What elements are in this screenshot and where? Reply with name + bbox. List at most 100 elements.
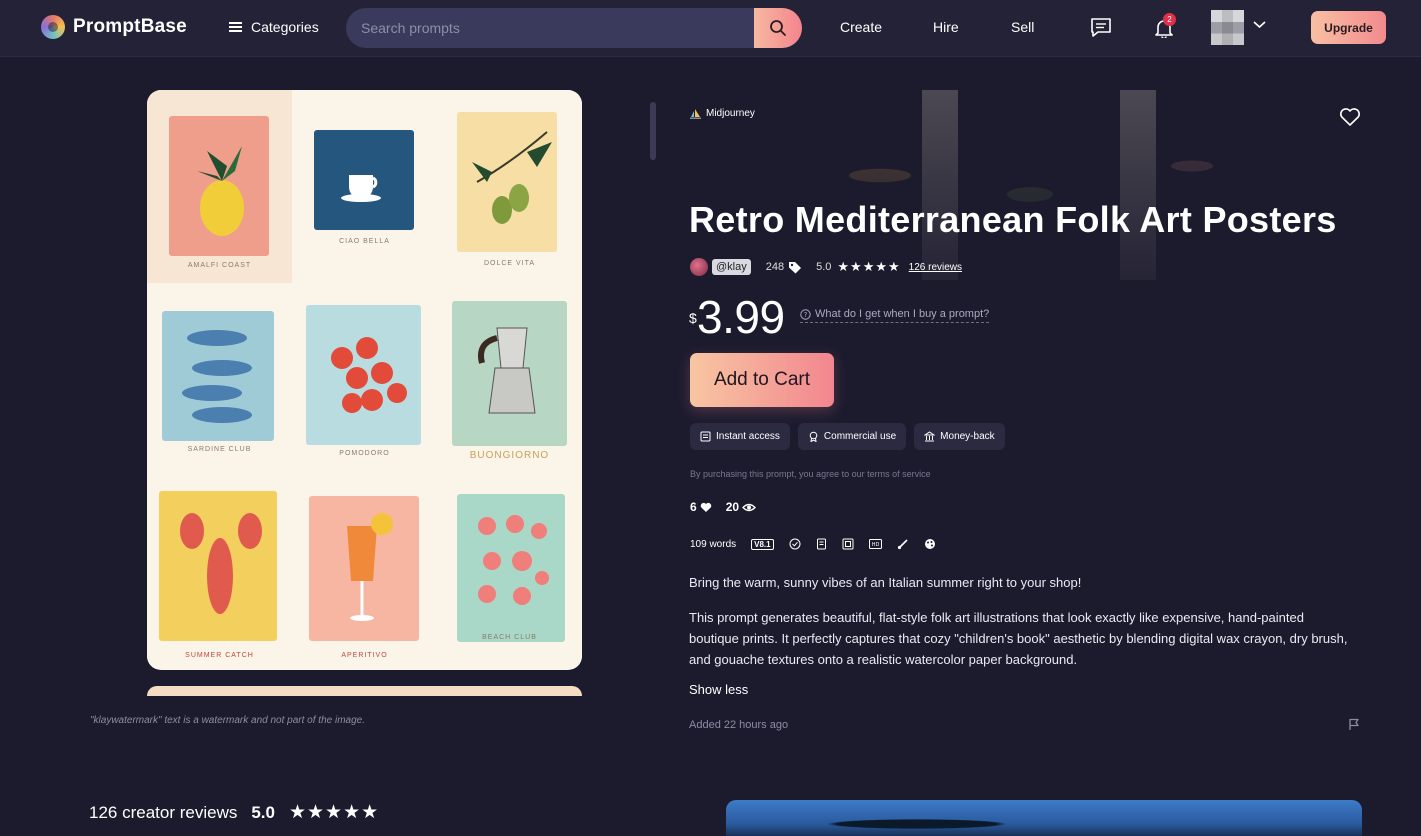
description-paragraph: This prompt generates beautiful, flat-st…	[689, 610, 1348, 667]
badge-icon	[809, 431, 818, 442]
user-avatar[interactable]	[1211, 10, 1244, 45]
coffee-cup-illustration	[341, 175, 381, 202]
poster-caption: POMODORO	[339, 450, 390, 457]
poster-tile: BUONGIORNO	[437, 283, 582, 476]
bank-icon	[924, 431, 936, 442]
commercial-use-chip: Commercial use	[797, 423, 907, 450]
creator-count: 248	[765, 261, 785, 273]
brand-name: PromptBase	[73, 16, 187, 37]
seashells-illustration	[478, 515, 549, 605]
creator-handle[interactable]: @klay	[712, 259, 751, 275]
add-to-cart-button[interactable]: Add to Cart	[690, 353, 834, 407]
poster-caption: BEACH CLUB	[482, 634, 537, 641]
logo-icon	[41, 15, 65, 39]
poster-tile: DOLCE VITA	[437, 90, 582, 283]
engagement-counts: 6 20	[690, 500, 757, 514]
poster-caption: APERITIVO	[341, 652, 388, 659]
likes-value: 6	[690, 500, 697, 514]
notification-badge: 2	[1163, 13, 1176, 26]
top-navbar: PromptBase Categories Create Hire Sell 2…	[0, 0, 1421, 57]
terms-notice: By purchasing this prompt, you agree to …	[690, 469, 931, 479]
reviews-count-label: 126 creator reviews	[89, 802, 238, 822]
reviews-stars: ★★★★★	[288, 802, 380, 823]
prompt-preview-image[interactable]: AMALFI COAST CIAO BELLA DOLCE VITA SARDI…	[147, 90, 582, 670]
second-preview-image[interactable]	[147, 686, 582, 696]
views-count: 20	[726, 500, 757, 514]
document-icon	[700, 431, 711, 442]
chevron-down-icon[interactable]	[1253, 20, 1266, 29]
chip-label: Money-back	[940, 431, 995, 442]
search-button[interactable]	[754, 8, 802, 48]
poster-caption: DOLCE VITA	[483, 260, 536, 267]
prompt-description: Bring the warm, sunny vibes of an Italia…	[689, 572, 1349, 684]
svg-text:HD: HD	[871, 542, 879, 548]
reviews-link[interactable]: 126 reviews	[909, 262, 962, 273]
favorite-heart-icon[interactable]	[1339, 107, 1361, 127]
poster-tile: CIAO BELLA	[292, 90, 437, 283]
verified-check-icon	[789, 538, 801, 550]
upgrade-button[interactable]: Upgrade	[1311, 11, 1386, 44]
sardines-illustration	[182, 330, 252, 423]
search-input[interactable]	[346, 8, 754, 48]
moka-pot-illustration	[478, 327, 536, 414]
poster-caption: AMALFI COAST	[187, 262, 252, 269]
nav-create-link[interactable]: Create	[840, 19, 882, 35]
show-less-link[interactable]: Show less	[689, 682, 748, 697]
related-prompt-image[interactable]	[726, 800, 1362, 836]
search-bar	[346, 8, 802, 48]
lobster-illustration	[180, 513, 262, 614]
price-currency: $	[689, 310, 697, 326]
creator-reviews-summary: 126 creator reviews 5.0 ★★★★★	[89, 801, 379, 824]
title-background-art	[760, 90, 1360, 280]
what-do-i-get-label: What do I get when I buy a prompt?	[815, 308, 990, 320]
menu-icon	[229, 22, 242, 32]
rating-value: 5.0	[816, 261, 832, 273]
poster-caption: SARDINE CLUB	[187, 446, 252, 453]
creator-avatar[interactable]	[690, 258, 708, 276]
eye-icon	[742, 503, 757, 511]
aperitivo-glass-illustration	[347, 513, 393, 621]
midjourney-sail-icon	[690, 108, 701, 119]
lemon-illustration	[197, 146, 244, 236]
prompt-specs: 109 words V8.1 HD	[690, 538, 936, 550]
model-label: Midjourney	[706, 108, 755, 119]
poster-tile: AMALFI COAST	[147, 90, 292, 283]
poster-tile: SARDINE CLUB	[147, 283, 292, 476]
nav-hire-link[interactable]: Hire	[933, 19, 959, 35]
nav-sell-link[interactable]: Sell	[1011, 19, 1034, 35]
instant-access-chip: Instant access	[690, 423, 790, 450]
creator-meta: @klay 248 5.0 ★★★★★ 126 reviews	[690, 257, 962, 277]
svg-text:?: ?	[804, 311, 808, 319]
question-circle-icon: ?	[800, 308, 811, 320]
reviews-score: 5.0	[251, 802, 275, 822]
poster-tile: POMODORO	[292, 283, 437, 476]
search-icon	[770, 20, 786, 36]
preview-scrollbar[interactable]	[650, 98, 656, 690]
money-back-chip: Money-back	[914, 423, 1005, 450]
chip-label: Instant access	[716, 431, 780, 442]
added-timestamp: Added 22 hours ago	[689, 719, 789, 731]
poster-tile: BEACH CLUB	[437, 476, 582, 669]
tomatoes-illustration	[331, 337, 407, 413]
poster-tile: APERITIVO	[292, 476, 437, 669]
model-tag[interactable]: Midjourney	[690, 108, 755, 119]
watermark-note: "klaywatermark" text is a watermark and …	[90, 715, 365, 726]
price-amount: 3.99	[697, 291, 785, 343]
what-do-i-get-link[interactable]: ? What do I get when I buy a prompt?	[800, 308, 990, 323]
image-frame-icon	[842, 538, 854, 550]
heart-icon	[700, 502, 711, 512]
olive-branch-illustration	[472, 131, 552, 224]
poster-tile: SUMMER CATCH	[147, 476, 292, 669]
version-badge: V8.1	[751, 538, 774, 550]
messages-icon[interactable]	[1090, 17, 1112, 38]
brand-logo[interactable]: PromptBase	[41, 15, 187, 39]
word-count: 109 words	[690, 538, 737, 550]
document-text-icon	[816, 538, 826, 550]
feature-chips: Instant access Commercial use Money-back	[690, 423, 1005, 450]
report-flag-icon[interactable]	[1348, 718, 1360, 731]
prompt-title: Retro Mediterranean Folk Art Posters	[689, 199, 1337, 240]
hd-icon: HD	[868, 539, 882, 549]
likes-count: 6	[690, 500, 712, 514]
scrollbar-thumb[interactable]	[650, 102, 656, 160]
categories-button[interactable]: Categories	[229, 19, 319, 35]
